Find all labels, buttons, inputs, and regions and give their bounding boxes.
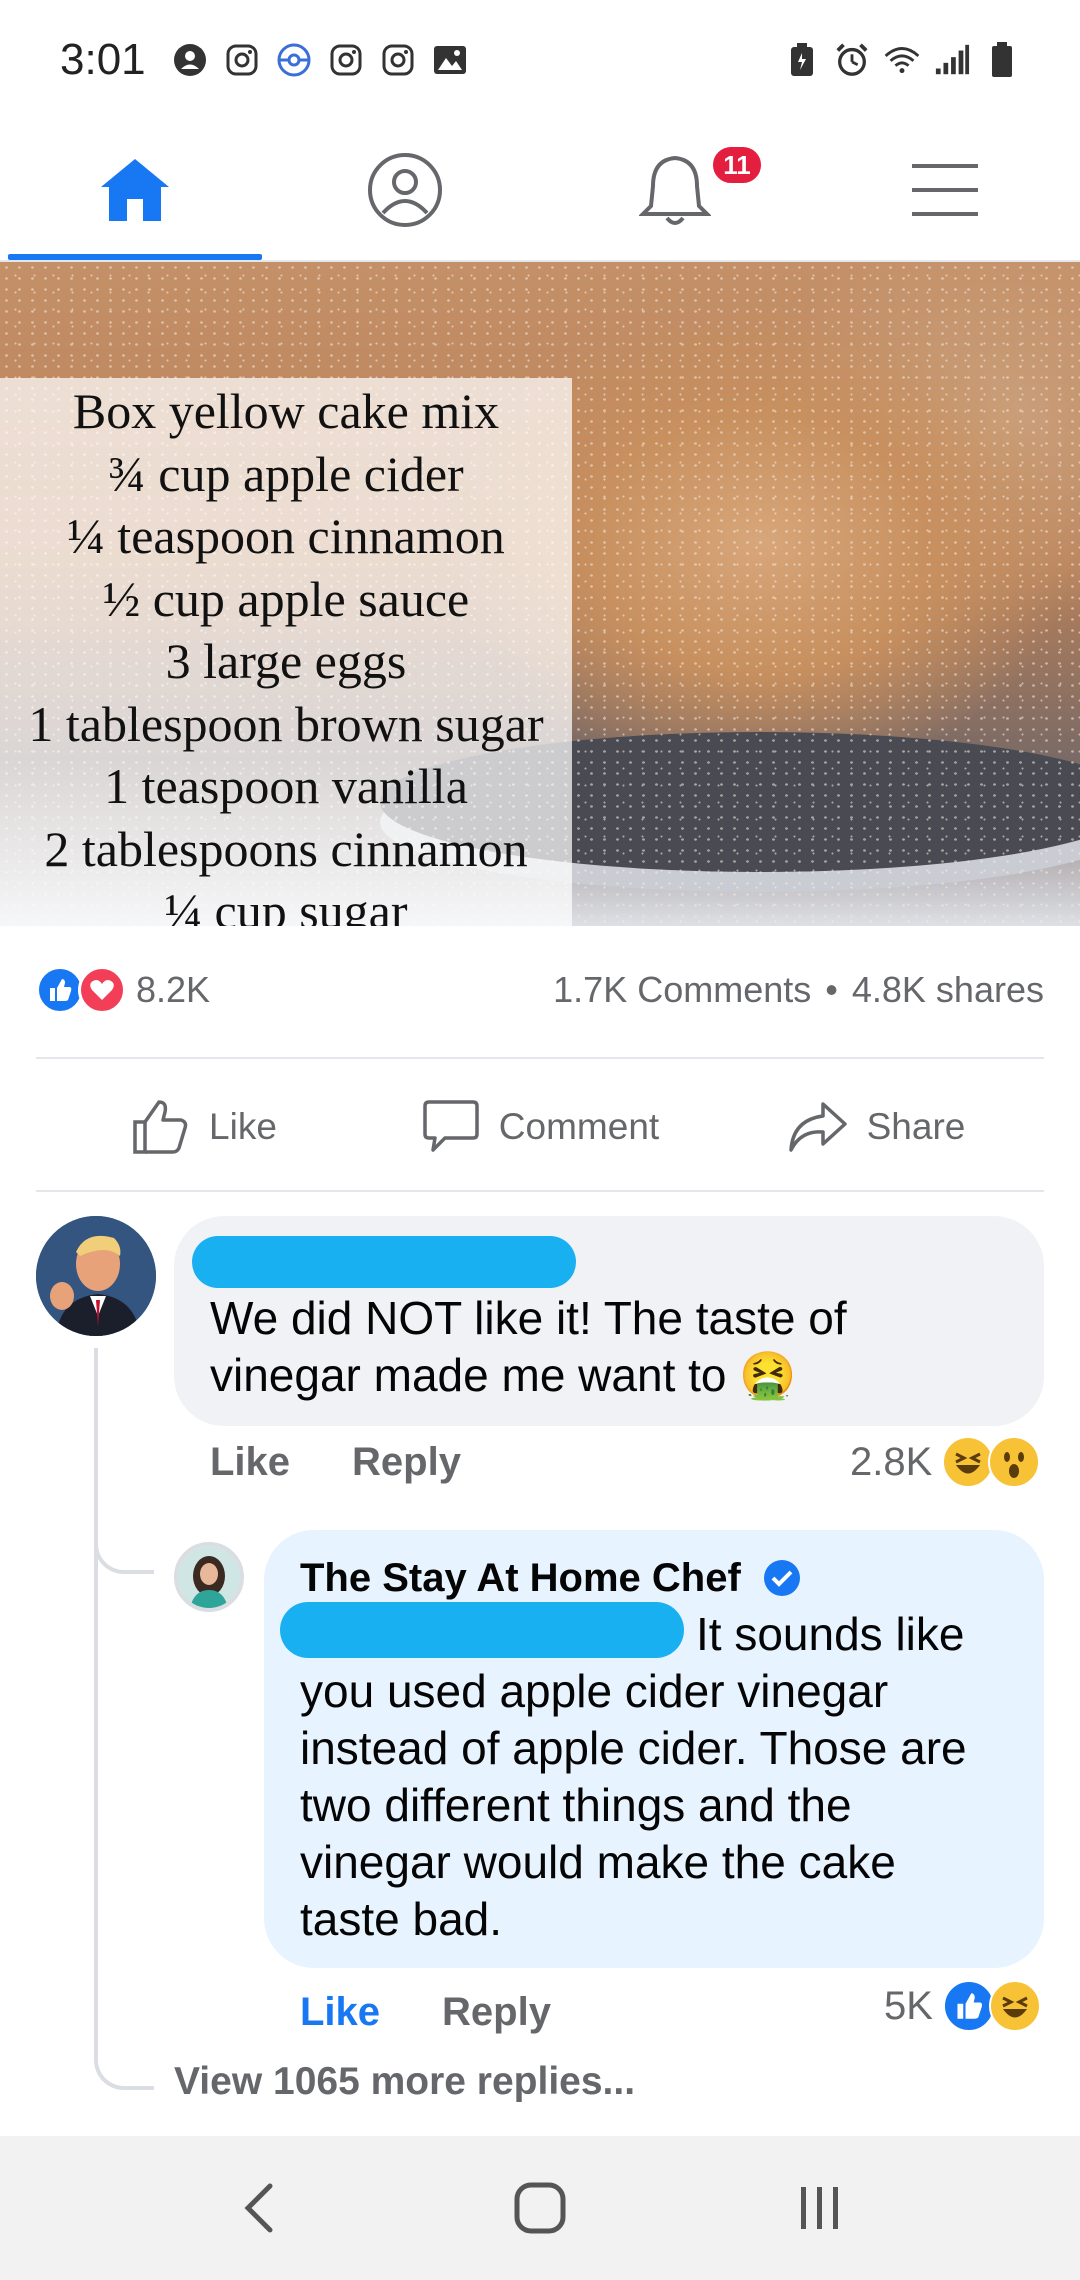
- ingredient-line: ¼ cup sugar: [164, 883, 408, 926]
- ingredient-line: 1 teaspoon vanilla: [104, 758, 468, 814]
- account-icon: [172, 42, 208, 78]
- ingredient-line: 1 tablespoon brown sugar: [28, 695, 544, 752]
- like-reaction-icon: [36, 966, 84, 1014]
- alarm-icon: [834, 42, 870, 78]
- ingredients-overlay: Box yellow cake mix ¾ cup apple cider ¼ …: [0, 378, 572, 926]
- hamburger-icon: [912, 164, 978, 216]
- comment-bubble[interactable]: We did NOT like it! The taste of vinegar…: [174, 1216, 1044, 1426]
- page-avatar[interactable]: [174, 1542, 244, 1612]
- android-nav-bar: [0, 2136, 1080, 2280]
- post-stats: 8.2K 1.7K Comments • 4.8K shares: [36, 960, 1044, 1020]
- comment-like-button[interactable]: Like: [210, 1440, 290, 1485]
- tab-menu[interactable]: [810, 120, 1080, 260]
- pokeball-icon: [276, 42, 312, 78]
- comment-actions: Like Reply: [210, 1440, 461, 1485]
- reply-like-button[interactable]: Like: [300, 1990, 380, 2035]
- haha-reaction-icon: [988, 1980, 1041, 2032]
- gallery-icon: [432, 42, 468, 78]
- stats-right: 1.7K Comments • 4.8K shares: [553, 969, 1044, 1011]
- wow-reaction-icon: [988, 1436, 1041, 1488]
- commenter-avatar[interactable]: [36, 1216, 156, 1336]
- like-label: Like: [209, 1106, 277, 1147]
- ingredient-line: 3 large eggs: [165, 633, 407, 689]
- redacted-name: [192, 1236, 576, 1288]
- redacted-name: [280, 1602, 684, 1658]
- view-more-replies-link[interactable]: View 1065 more replies...: [174, 2060, 635, 2104]
- post-image[interactable]: Box yellow cake mix ¾ cup apple cider ¼ …: [0, 262, 1080, 926]
- ingredient-line: ¾ cup apple cider: [108, 445, 464, 502]
- comment-reaction-count: 2.8K: [850, 1439, 933, 1484]
- love-reaction-icon: [78, 966, 126, 1014]
- status-icons-left: [172, 42, 468, 78]
- wifi-icon: [884, 42, 920, 78]
- back-chevron-icon: [244, 2183, 273, 2233]
- thumbs-up-icon: [133, 1100, 188, 1154]
- home-button[interactable]: [500, 2168, 580, 2248]
- comments-count[interactable]: 1.7K Comments: [553, 969, 811, 1011]
- comment-button[interactable]: Comment: [372, 1062, 708, 1192]
- reply-reaction-summary[interactable]: 5K: [884, 1980, 1041, 2032]
- battery-saver-icon: [784, 42, 820, 78]
- divider: [36, 1057, 1044, 1059]
- home-square-icon: [514, 2182, 566, 2234]
- divider: [36, 1190, 1044, 1192]
- profile-icon: [368, 153, 442, 227]
- comment-icon: [423, 1100, 479, 1152]
- instagram-icon: [224, 42, 260, 78]
- reply-author-row: The Stay At Home Chef: [300, 1552, 1008, 1604]
- back-button[interactable]: [220, 2168, 300, 2248]
- ingredient-line: Box yellow cake mix: [72, 383, 500, 439]
- reply-bubble[interactable]: The Stay At Home Chef It sounds like you…: [264, 1530, 1044, 1968]
- ingredient-line: ½ cup apple sauce: [102, 570, 470, 627]
- signal-icon: [934, 42, 970, 78]
- status-icons-right: [784, 42, 1020, 78]
- bell-icon: [639, 155, 711, 225]
- battery-icon: [984, 42, 1020, 78]
- comment-reaction-summary[interactable]: 2.8K: [850, 1436, 1041, 1488]
- share-button[interactable]: Share: [708, 1062, 1044, 1192]
- haha-reaction-icon: [942, 1436, 995, 1488]
- notification-badge: 11: [710, 144, 764, 186]
- recents-icon: [801, 2187, 838, 2229]
- comment-label: Comment: [498, 1106, 660, 1147]
- recents-button[interactable]: [780, 2168, 860, 2248]
- thread-branch: [94, 1500, 154, 1574]
- comment-reply-button[interactable]: Reply: [352, 1440, 461, 1485]
- home-icon: [101, 159, 169, 221]
- like-reaction-icon: [942, 1980, 995, 2032]
- tab-home[interactable]: [0, 120, 270, 260]
- reactions-count[interactable]: 8.2K: [136, 969, 210, 1011]
- thread-line: [94, 1348, 154, 2090]
- tab-notifications[interactable]: 11: [540, 120, 810, 260]
- comment-text: We did NOT like it! The taste of vinegar…: [210, 1292, 847, 1401]
- status-bar: 3:01: [0, 0, 1080, 120]
- post-actions: Like Comment Share: [36, 1062, 1044, 1192]
- top-nav-bar: 11: [0, 120, 1080, 262]
- ingredient-line: 2 tablespoons cinnamon: [44, 820, 528, 877]
- reply-author-name[interactable]: The Stay At Home Chef: [300, 1556, 741, 1601]
- reply-reply-button[interactable]: Reply: [442, 1990, 551, 2035]
- share-label: Share: [866, 1106, 966, 1147]
- ingredient-line: ¼ teaspoon cinnamon: [67, 508, 505, 564]
- share-arrow-icon: [788, 1102, 847, 1152]
- tab-profile[interactable]: [270, 120, 540, 260]
- like-button[interactable]: Like: [36, 1062, 372, 1192]
- shares-count[interactable]: 4.8K shares: [852, 969, 1044, 1011]
- reaction-icons[interactable]: 8.2K: [36, 966, 210, 1014]
- stats-separator: •: [825, 969, 838, 1010]
- instagram-icon: [380, 42, 416, 78]
- reply-actions: Like Reply: [300, 1990, 551, 2035]
- status-time: 3:01: [60, 35, 146, 84]
- instagram-icon: [328, 42, 364, 78]
- reply-reaction-count: 5K: [884, 1983, 933, 2028]
- verified-badge-icon: [763, 1560, 800, 1596]
